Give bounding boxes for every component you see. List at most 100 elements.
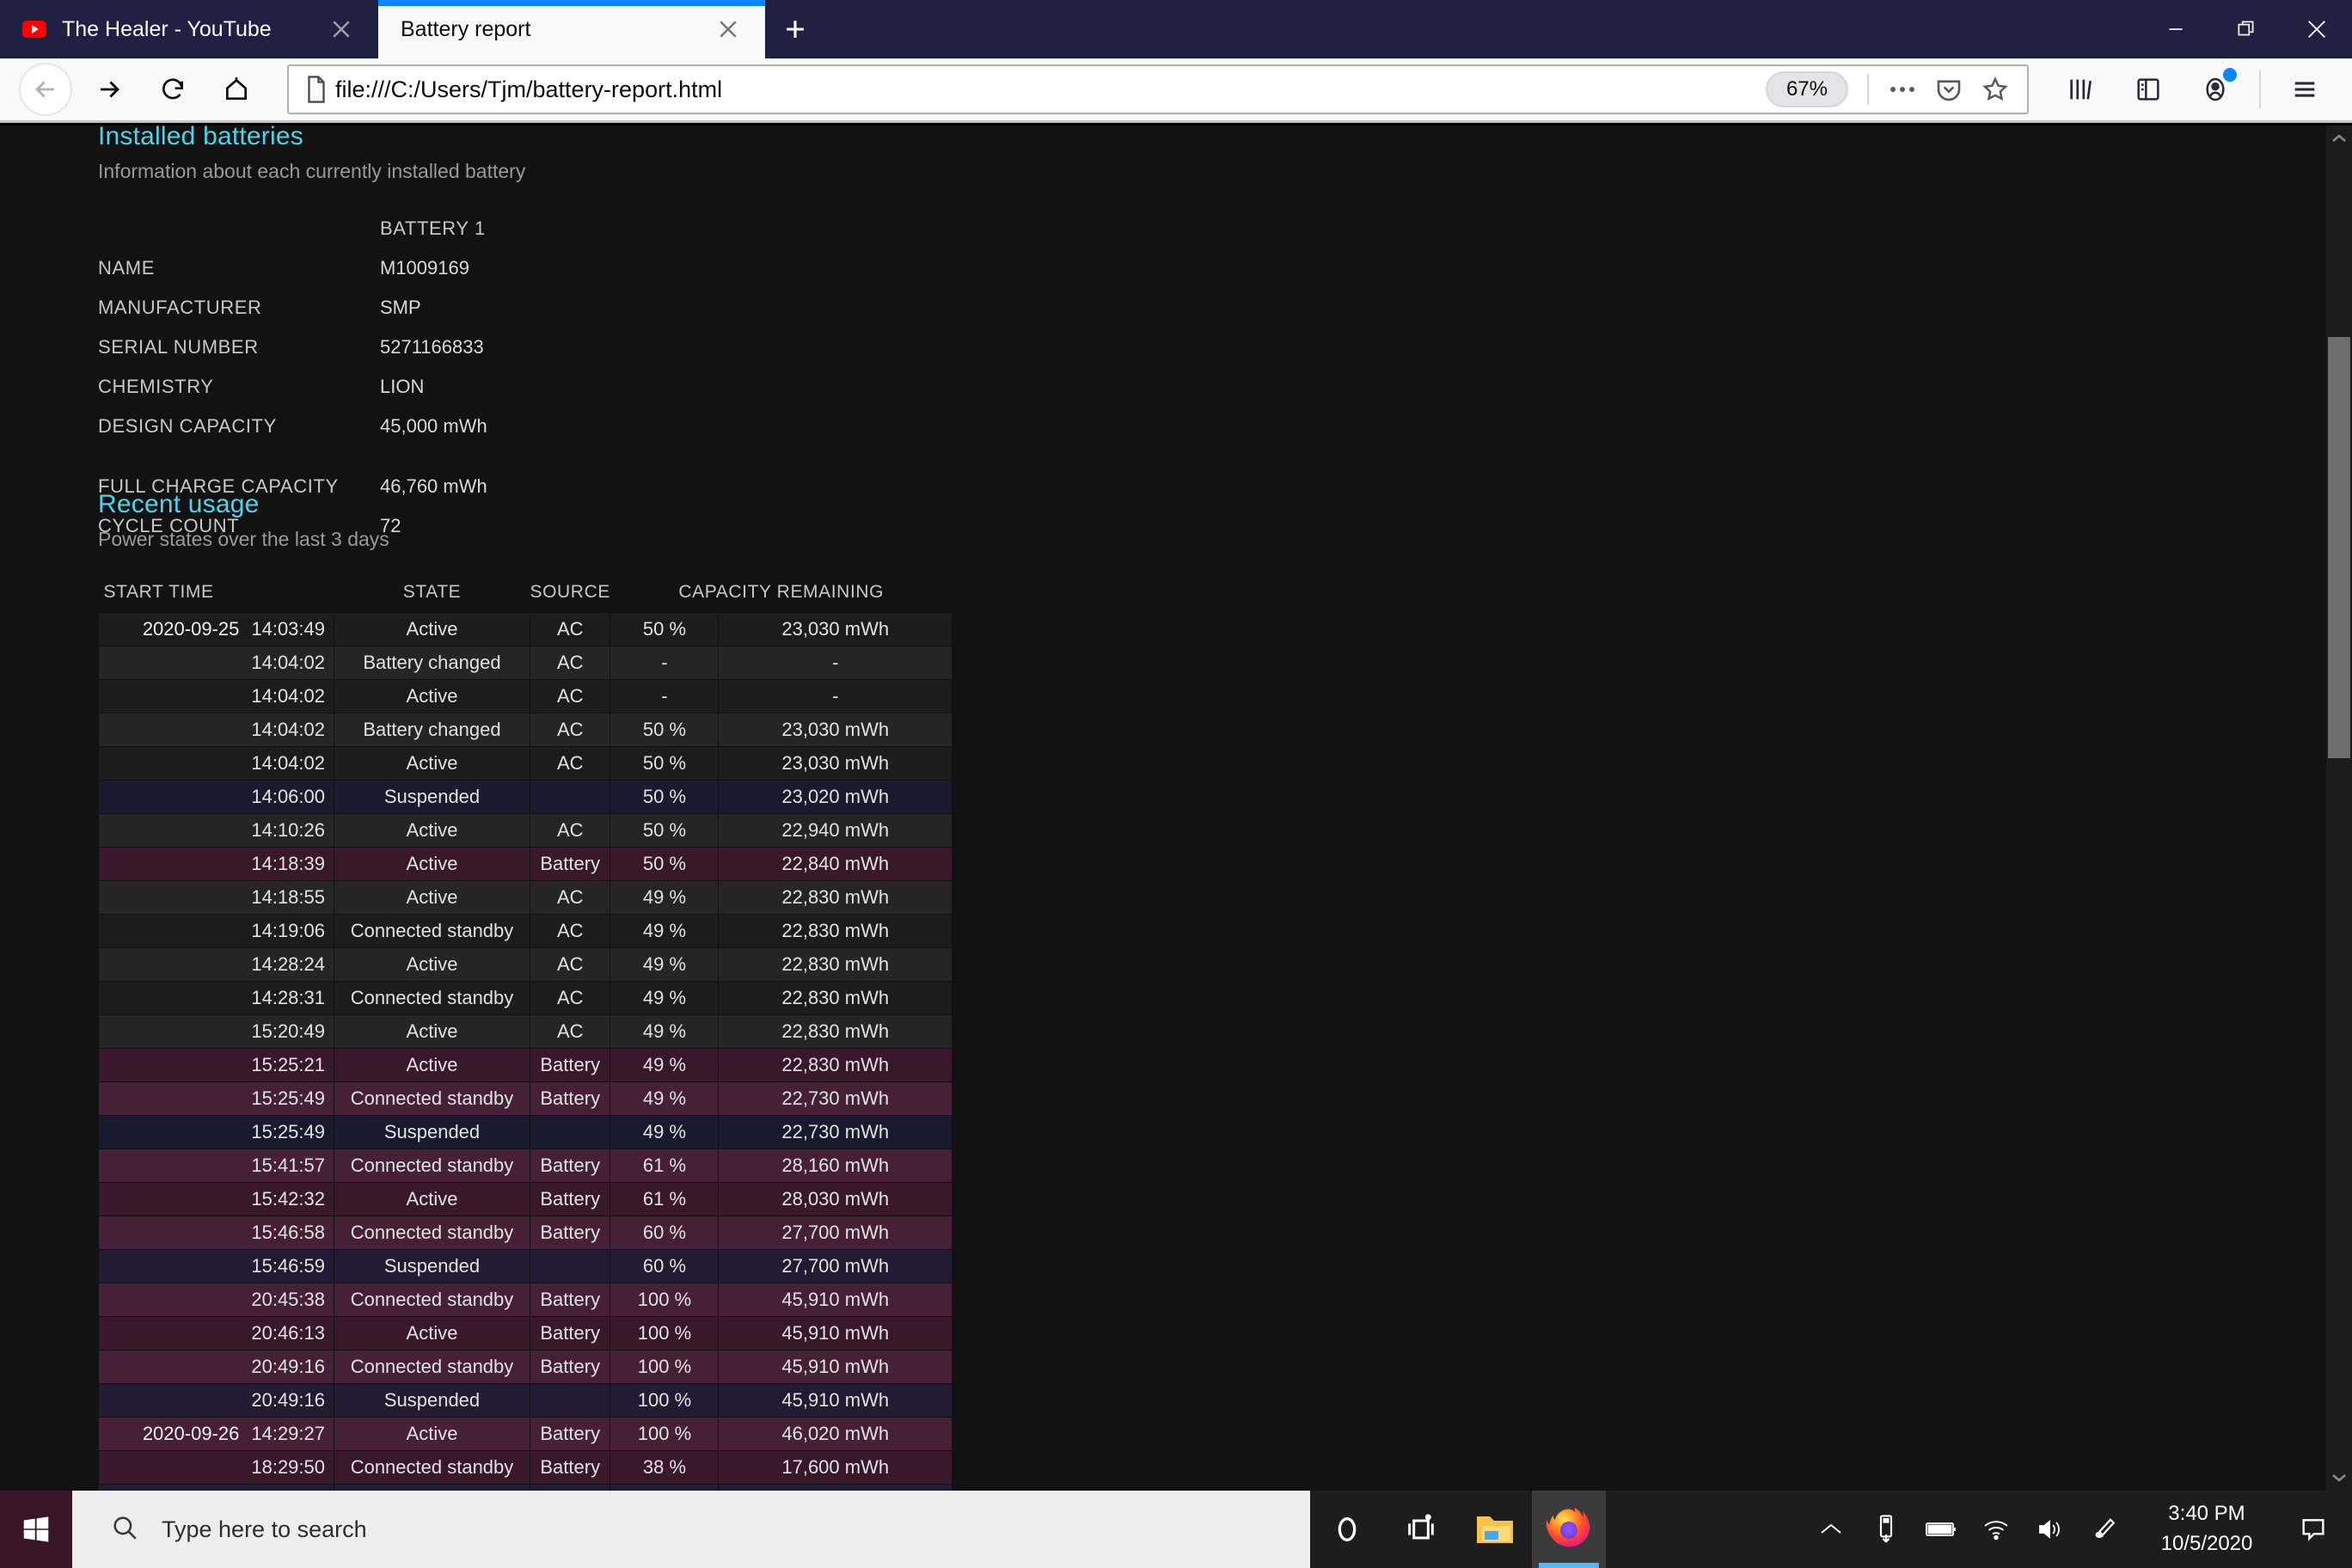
cell-capacity-percent: 61 % <box>609 1182 720 1216</box>
cell-capacity-percent: 50 % <box>609 746 720 781</box>
table-row: NAME M1009169 <box>98 257 487 297</box>
restore-icon[interactable] <box>2211 0 2282 58</box>
cell-state: Connected standby <box>334 1081 530 1116</box>
cell-capacity-percent: 61 % <box>609 1148 720 1183</box>
section-heading-recent-usage: Recent usage <box>98 490 260 518</box>
reload-icon[interactable] <box>146 63 199 116</box>
hamburger-menu-icon[interactable] <box>2278 63 2331 116</box>
pen-workspace-icon[interactable] <box>2079 1491 2134 1568</box>
close-icon[interactable] <box>2282 0 2352 58</box>
table-row: 15:25:49 Connected standby Battery 49 % 22,7… <box>98 1081 952 1116</box>
cell-start-time: 15:46:58 <box>98 1216 334 1250</box>
cell-start-time: 15:41:57 <box>98 1148 334 1183</box>
notifications-icon[interactable] <box>2280 1491 2347 1568</box>
table-row: 15:42:32 Active Battery 61 % 28,030 mWh <box>98 1182 952 1216</box>
battery-column-header: BATTERY 1 <box>380 217 486 239</box>
cell-capacity-percent: 100 % <box>609 1417 720 1451</box>
cell-capacity-percent: 50 % <box>609 780 720 814</box>
cell-capacity-percent: 38 % <box>609 1484 720 1491</box>
taskbar-item-firefox[interactable] <box>1532 1491 1606 1568</box>
cell-source: Battery <box>529 1350 611 1384</box>
wifi-icon[interactable] <box>1969 1491 2024 1568</box>
cell-source: Battery <box>529 1417 611 1451</box>
close-icon[interactable] <box>708 9 748 49</box>
cell-source <box>529 1484 611 1491</box>
start-time: 20:49:16 <box>251 1356 325 1377</box>
minimize-icon[interactable] <box>2141 0 2211 58</box>
home-icon[interactable] <box>210 63 263 116</box>
scroll-down-icon[interactable] <box>2326 1465 2352 1491</box>
cell-capacity-percent: 60 % <box>609 1216 720 1250</box>
row-label: CHEMISTRY <box>98 376 214 397</box>
account-avatar-icon[interactable] <box>2189 63 2242 116</box>
url-text[interactable]: file:///C:/Users/Tjm/battery-report.html <box>335 77 1766 103</box>
pocket-icon[interactable] <box>1926 76 1972 103</box>
cell-capacity-mwh: 22,830 mWh <box>718 1014 952 1049</box>
zoom-level-badge[interactable]: 67% <box>1765 71 1848 107</box>
address-bar[interactable]: file:///C:/Users/Tjm/battery-report.html… <box>287 64 2029 114</box>
firefox-icon <box>1546 1507 1590 1547</box>
section-subheading-installed-batteries: Information about each currently install… <box>98 160 526 182</box>
cell-source: AC <box>529 813 611 848</box>
taskbar-item-task-view[interactable] <box>1384 1491 1458 1568</box>
cell-start-time: 14:04:02 <box>98 646 334 680</box>
star-icon[interactable] <box>1972 76 2018 103</box>
start-time: 15:42:32 <box>251 1188 325 1210</box>
cell-start-time: 14:18:39 <box>98 847 334 881</box>
cell-state: Active <box>334 813 530 848</box>
table-row: 14:06:00 Suspended 50 % 23,020 mWh <box>98 780 952 814</box>
search-input[interactable]: Type here to search <box>72 1491 1310 1568</box>
cell-state: Active <box>334 1182 530 1216</box>
ellipsis-icon[interactable] <box>1879 85 1926 94</box>
taskbar-clock[interactable]: 3:40 PM 10/5/2020 <box>2134 1491 2280 1568</box>
section-subheading-recent-usage: Power states over the last 3 days <box>98 528 389 550</box>
taskbar-item-cortana[interactable] <box>1310 1491 1384 1568</box>
cell-source <box>529 1115 611 1149</box>
cell-start-time: 20:49:16 <box>98 1350 334 1384</box>
cell-capacity-mwh: 22,830 mWh <box>718 981 952 1015</box>
cell-capacity-percent: 49 % <box>609 947 720 982</box>
start-time: 15:46:58 <box>251 1222 325 1243</box>
cell-source: AC <box>529 880 611 915</box>
table-row: 2020-09-25 14:03:49 Active AC 50 % 23,030 mWh <box>98 612 952 646</box>
cell-capacity-percent: 49 % <box>609 1048 720 1082</box>
tab-battery-report[interactable]: Battery report <box>378 0 765 58</box>
back-arrow-icon[interactable] <box>19 63 72 116</box>
cell-capacity-percent: 50 % <box>609 612 720 646</box>
cell-state: Suspended <box>334 1484 530 1491</box>
window-controls <box>2141 0 2352 58</box>
new-tab-button[interactable] <box>765 0 825 58</box>
cell-state: Active <box>334 947 530 982</box>
tab-title: The Healer - YouTube <box>62 16 272 41</box>
start-time: 14:19:06 <box>251 920 325 941</box>
cell-capacity-mwh: 23,030 mWh <box>718 746 952 781</box>
close-icon[interactable] <box>322 9 361 49</box>
cell-start-time: 15:46:59 <box>98 1249 334 1283</box>
section-heading-installed-batteries: Installed batteries <box>98 126 303 150</box>
start-time: 14:06:00 <box>251 786 325 807</box>
browser-navigation-toolbar: file:///C:/Users/Tjm/battery-report.html… <box>0 58 2352 123</box>
forward-arrow-icon[interactable] <box>83 63 136 116</box>
table-row: BATTERY 1 <box>98 217 487 257</box>
cell-source <box>529 1383 611 1418</box>
cell-source: Battery <box>529 1182 611 1216</box>
scroll-up-icon[interactable] <box>2326 126 2352 151</box>
library-icon[interactable] <box>2055 63 2108 116</box>
system-tray: 3:40 PM 10/5/2020 <box>1804 1491 2352 1568</box>
table-row: 14:28:31 Connected standby AC 49 % 22,830 mW… <box>98 981 952 1015</box>
battery-icon[interactable] <box>1914 1491 1969 1568</box>
sidebar-icon[interactable] <box>2122 63 2175 116</box>
cell-capacity-percent: 100 % <box>609 1316 720 1351</box>
cell-capacity-percent: 38 % <box>609 1450 720 1485</box>
cell-source: Battery <box>529 1081 611 1116</box>
usb-eject-icon[interactable] <box>1859 1491 1914 1568</box>
tab-the-healer-youtube[interactable]: The Healer - YouTube <box>0 0 378 58</box>
row-value: M1009169 <box>380 257 469 279</box>
taskbar-item-file-explorer[interactable] <box>1458 1491 1532 1568</box>
show-hidden-icons-chevron-icon[interactable] <box>1804 1491 1859 1568</box>
cell-capacity-percent: 49 % <box>609 880 720 915</box>
start-button[interactable] <box>0 1491 72 1568</box>
vertical-scrollbar[interactable] <box>2326 126 2352 1491</box>
scrollbar-thumb[interactable] <box>2328 337 2350 758</box>
volume-icon[interactable] <box>2024 1491 2079 1568</box>
